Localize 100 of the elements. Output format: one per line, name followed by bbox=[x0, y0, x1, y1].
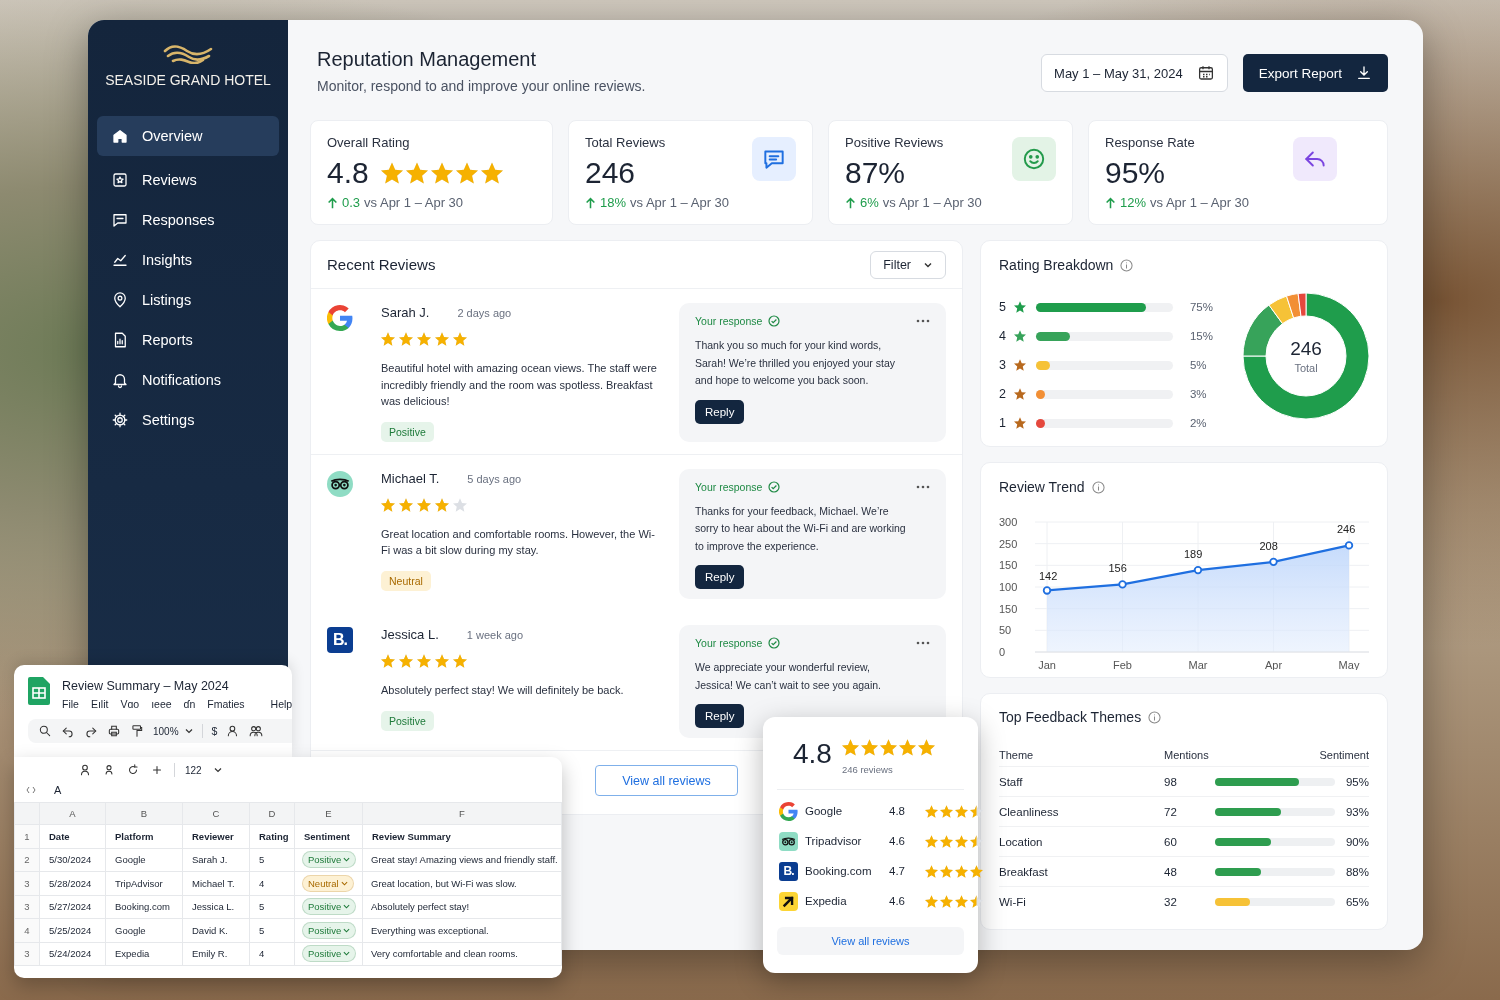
more-options-icon[interactable] bbox=[916, 641, 930, 645]
reply-button[interactable]: Reply bbox=[695, 565, 745, 589]
table-cell: 5/25/2024 bbox=[49, 924, 92, 936]
booking-logo: B. bbox=[779, 861, 798, 881]
data-label: 246 bbox=[1337, 523, 1356, 536]
owl-logo bbox=[327, 470, 353, 497]
menu-item[interactable]: Help bbox=[270, 698, 293, 710]
reply-button[interactable]: Reply bbox=[695, 399, 745, 424]
menu-item[interactable]: ıeee bbox=[151, 698, 172, 710]
star-icon bbox=[381, 654, 395, 668]
star-icon bbox=[925, 804, 938, 818]
currency-format-button[interactable]: $ bbox=[211, 725, 218, 737]
panel-title: Rating Breakdown bbox=[999, 257, 1114, 273]
arrow-up-icon bbox=[585, 196, 596, 209]
nav-item[interactable]: Reports bbox=[97, 320, 279, 360]
undo-icon[interactable] bbox=[61, 724, 75, 738]
paint-format-icon[interactable] bbox=[130, 724, 144, 738]
nav-item[interactable]: Overview bbox=[97, 116, 279, 156]
star-icon bbox=[940, 894, 953, 908]
more-options-icon[interactable] bbox=[916, 484, 930, 489]
nav-item[interactable]: Reviews bbox=[97, 160, 279, 200]
star-icon bbox=[380, 162, 403, 184]
date-range-picker[interactable]: May 1 – May 31, 2024 bbox=[1041, 54, 1228, 92]
info-icon bbox=[1091, 480, 1105, 494]
reviewer-name: Sarah J. bbox=[381, 305, 430, 320]
axis-label: 0 bbox=[999, 646, 1006, 658]
menu-item[interactable]: Vɑo bbox=[120, 698, 140, 710]
sentiment-tag: Positive bbox=[381, 421, 434, 442]
plus-icon[interactable] bbox=[150, 763, 164, 777]
redo-icon[interactable] bbox=[84, 724, 98, 738]
sentiment-dropdown[interactable]: Positive bbox=[302, 921, 357, 939]
search-icon[interactable] bbox=[38, 724, 52, 738]
percent-label: 90% bbox=[1345, 835, 1369, 848]
table-cell: Wi-Fi bbox=[999, 896, 1026, 908]
axis-label: 300 bbox=[999, 516, 1018, 528]
star-icon bbox=[925, 834, 938, 848]
column-header: Review Summary bbox=[372, 830, 451, 842]
sentiment-dropdown[interactable]: Positive bbox=[302, 851, 357, 869]
percent-label: 95% bbox=[1345, 775, 1369, 788]
star-icon bbox=[1013, 359, 1026, 371]
comparison-text: vs Apr 1 – Apr 30 bbox=[630, 195, 730, 210]
more-options-icon[interactable] bbox=[916, 319, 930, 323]
view-all-reviews-button[interactable]: View all reviews bbox=[595, 765, 738, 796]
star-icon bbox=[417, 654, 431, 668]
table-cell: 48 bbox=[1164, 865, 1177, 878]
percent-label: 3% bbox=[1189, 388, 1208, 400]
nav-item[interactable]: Settings bbox=[97, 400, 279, 440]
table-cell: Staff bbox=[999, 775, 1023, 788]
platform-score: 4.7 bbox=[889, 865, 906, 877]
table-cell: 5/24/2024 bbox=[49, 948, 92, 960]
rating-label: 1 bbox=[999, 416, 1006, 430]
wave-logo bbox=[161, 42, 215, 64]
menu-item[interactable]: ɗn bbox=[183, 698, 196, 710]
nav-item[interactable]: Notifications bbox=[97, 360, 279, 400]
view-all-reviews-button[interactable]: View all reviews bbox=[777, 927, 964, 955]
star-icon bbox=[925, 864, 938, 878]
kpi-title: Overall Rating bbox=[327, 135, 411, 150]
reply-button[interactable]: Reply bbox=[695, 704, 745, 728]
sentiment-dropdown[interactable]: Neutral bbox=[302, 874, 354, 892]
kpi-value: 87% bbox=[845, 156, 906, 190]
rotate-icon[interactable] bbox=[126, 763, 140, 777]
menu-item[interactable]: Eılit bbox=[90, 698, 109, 710]
star-icon bbox=[453, 497, 467, 512]
menu-item[interactable]: Fmaties bbox=[207, 698, 245, 710]
star-icon bbox=[417, 497, 431, 512]
person-icon[interactable] bbox=[78, 763, 92, 777]
data-label: 189 bbox=[1184, 548, 1203, 561]
row-number: 3 bbox=[24, 948, 30, 960]
people-icon[interactable] bbox=[249, 724, 264, 738]
nav-item[interactable]: Responses bbox=[97, 200, 279, 240]
axis-label: 250 bbox=[999, 537, 1018, 550]
nav-item[interactable]: Listings bbox=[97, 280, 279, 320]
change-value: 18% bbox=[600, 195, 627, 210]
zoom-dropdown[interactable]: 100% bbox=[153, 725, 193, 737]
export-report-button[interactable]: Export Report bbox=[1242, 54, 1388, 92]
menu-item[interactable]: File bbox=[62, 698, 79, 710]
bell-icon bbox=[111, 371, 129, 389]
cell-reference: A bbox=[54, 784, 62, 796]
arrow-up-icon bbox=[327, 196, 338, 209]
settings-icon bbox=[111, 411, 129, 429]
caret-icon bbox=[343, 903, 351, 911]
sentiment-dropdown[interactable]: Positive bbox=[302, 898, 357, 916]
sentiment-dropdown[interactable]: Positive bbox=[302, 945, 357, 963]
table-cell: 98 bbox=[1164, 775, 1177, 788]
google-logo bbox=[327, 305, 353, 331]
printer-icon[interactable] bbox=[107, 724, 121, 738]
document-title: Review Summary – May 2024 bbox=[62, 679, 230, 693]
table-cell: Expedia bbox=[115, 948, 150, 960]
kpi-title: Total Reviews bbox=[585, 135, 666, 150]
font-size-dropdown[interactable]: 122 bbox=[185, 764, 222, 776]
column-header: Platform bbox=[115, 830, 154, 842]
expand-arrows-icon[interactable] bbox=[26, 786, 36, 794]
page-title: Reputation Management bbox=[317, 48, 538, 71]
nav-item[interactable]: Insights bbox=[97, 240, 279, 280]
donut-caption: Total bbox=[1294, 362, 1318, 374]
filter-dropdown[interactable]: Filter bbox=[870, 250, 946, 279]
rating-label: 3 bbox=[999, 358, 1006, 372]
table-cell: 5/27/2024 bbox=[49, 901, 92, 913]
kpi-value: 4.8 bbox=[327, 156, 369, 190]
star-icon bbox=[970, 894, 983, 908]
